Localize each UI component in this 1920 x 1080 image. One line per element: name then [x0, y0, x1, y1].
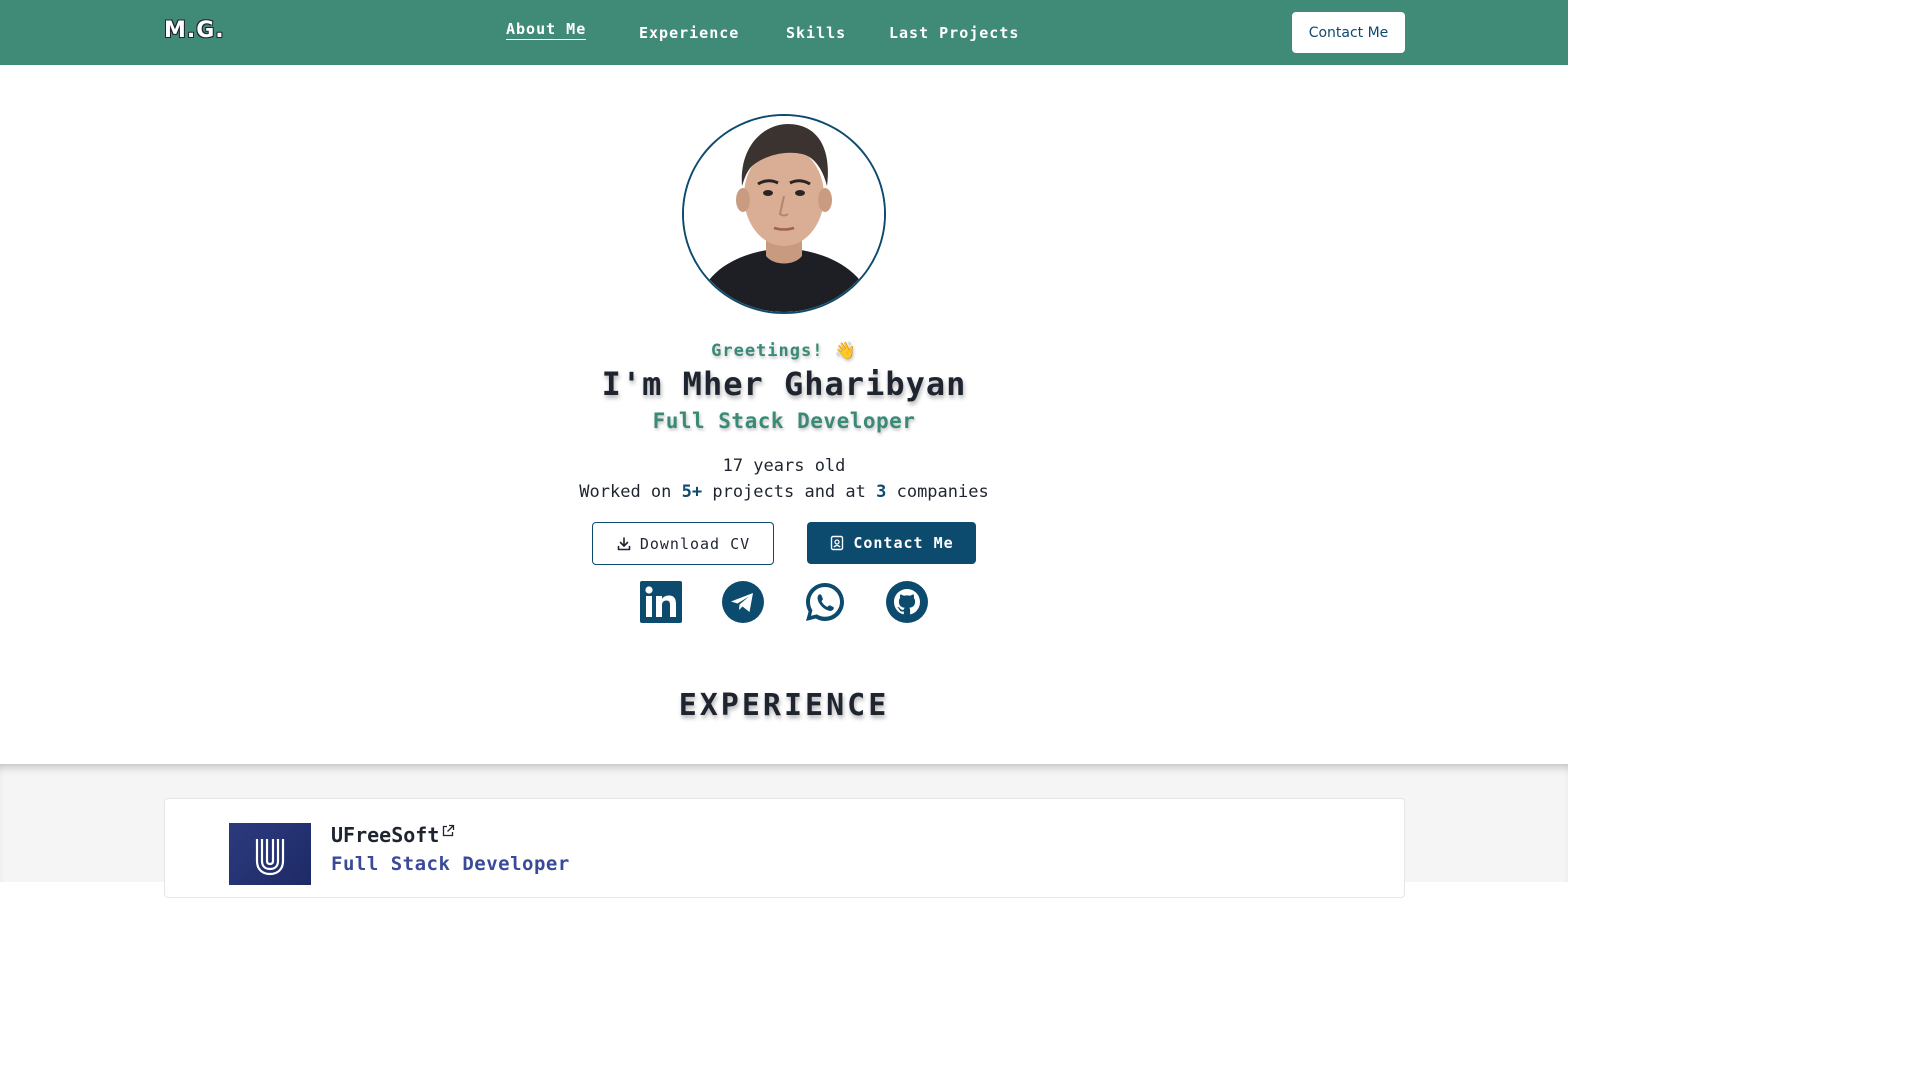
external-link-icon [443, 824, 455, 837]
download-cv-button[interactable]: Download CV [592, 522, 774, 565]
github-icon [886, 581, 928, 623]
company-role: Full Stack Developer [331, 853, 570, 875]
nav-contact-button[interactable]: Contact Me [1292, 12, 1405, 53]
company-name: UFreeSoft [331, 823, 440, 847]
worked-prefix: Worked on [579, 482, 682, 502]
whatsapp-icon [806, 583, 844, 621]
contact-card-icon [831, 535, 844, 551]
linkedin-icon [640, 581, 682, 623]
experience-section-title: EXPERIENCE [678, 688, 890, 723]
nav-link-skills[interactable]: Skills [786, 24, 846, 42]
hero-contact-label: Contact Me [853, 534, 954, 552]
site-logo[interactable]: M.G. [164, 18, 225, 43]
download-cv-label: Download CV [639, 534, 751, 553]
hero-contact-button[interactable]: Contact Me [807, 522, 976, 564]
navbar: M.G. About Me Experience Skills Last Pro… [0, 0, 1568, 65]
worked-middle: projects and at [702, 482, 877, 502]
profile-avatar [682, 114, 886, 314]
hero-role: Full Stack Developer [652, 409, 916, 433]
projects-count: 5+ [681, 482, 703, 502]
ufreesoft-u-icon [255, 839, 285, 876]
experience-card [164, 798, 1405, 898]
ufreesoft-logo [229, 823, 311, 885]
linkedin-link[interactable] [640, 581, 682, 623]
whatsapp-link[interactable] [804, 581, 846, 623]
companies-count: 3 [876, 482, 887, 502]
nav-link-about-me[interactable]: About Me [506, 20, 587, 40]
profile-photo-illustration [684, 116, 884, 312]
nav-link-last-projects[interactable]: Last Projects [889, 24, 1019, 42]
github-link[interactable] [886, 581, 928, 623]
hero-name: I'm Mher Gharibyan [601, 365, 967, 403]
company-name-link[interactable]: UFreeSoft [331, 823, 455, 847]
worked-suffix: companies [886, 482, 989, 502]
worked-summary: Worked on 5+ projects and at 3 companies [0, 482, 1568, 502]
telegram-icon [722, 581, 764, 623]
telegram-link[interactable] [722, 581, 764, 623]
greeting-text: Greetings! 👋 [711, 341, 857, 361]
age-text: 17 years old [722, 456, 846, 476]
nav-link-experience[interactable]: Experience [639, 24, 739, 42]
download-icon [617, 536, 631, 550]
